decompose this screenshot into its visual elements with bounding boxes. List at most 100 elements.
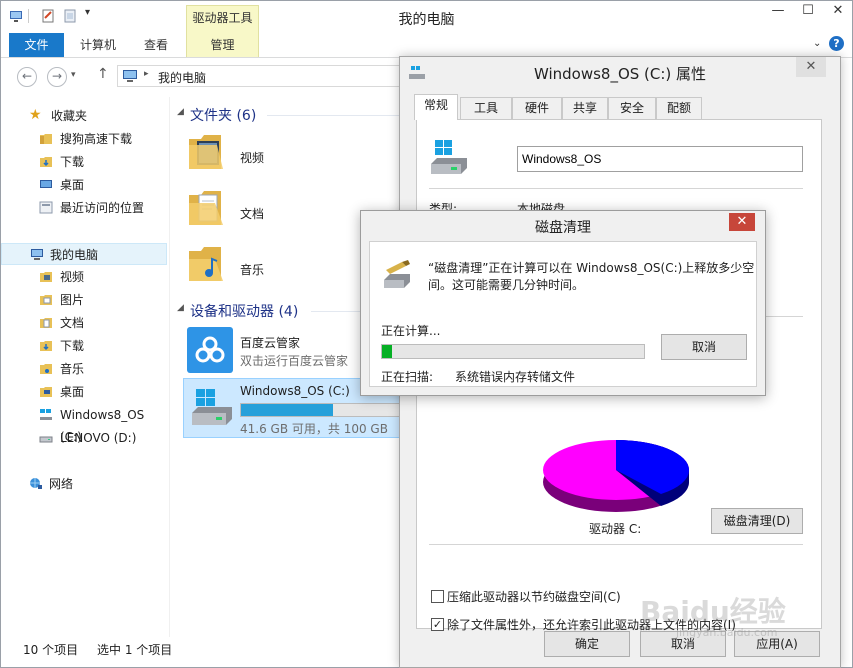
- tab-quota[interactable]: 配额: [656, 97, 702, 119]
- tab-view[interactable]: 查看: [133, 33, 179, 57]
- watermark-url: jingyan.baidu.com: [676, 626, 778, 639]
- devices-section-header[interactable]: 设备和驱动器 (4): [190, 301, 298, 321]
- windows-drive-icon: [431, 140, 467, 174]
- drive-c-space: 41.6 GB 可用，共 100 GB: [240, 422, 388, 436]
- cleanup-body: “磁盘清理”正在计算可以在 Windows8_OS(C:)上释放多少空 间。这可…: [369, 241, 757, 387]
- windows-drive-icon: [40, 409, 52, 420]
- music-folder-icon[interactable]: [187, 243, 225, 283]
- folder-label-music[interactable]: 音乐: [240, 261, 264, 278]
- cleanup-progress-bar: [381, 344, 645, 359]
- nav-label: 图片: [60, 293, 85, 307]
- desktop-folder-icon: [40, 387, 52, 397]
- drive-icon: [39, 436, 53, 443]
- nav-item-sogou-downloads[interactable]: 搜狗高速下载: [1, 128, 167, 150]
- breadcrumb-my-computer[interactable]: 我的电脑: [158, 69, 206, 86]
- nav-item-drive-d[interactable]: LENOVO (D:): [1, 427, 167, 449]
- nav-network[interactable]: 网络: [1, 473, 167, 495]
- folder-icon: [40, 134, 52, 144]
- nav-label: 我的电脑: [50, 248, 99, 262]
- nav-label: 下载: [60, 155, 85, 169]
- computer-icon: [123, 70, 137, 82]
- disk-cleanup-icon: [384, 260, 410, 288]
- maximize-button[interactable]: ☐: [793, 1, 823, 21]
- music-folder-icon: [40, 364, 52, 374]
- nav-label: 搜狗高速下载: [60, 132, 133, 146]
- help-icon[interactable]: ?: [829, 36, 844, 51]
- nav-item-documents[interactable]: 文档: [1, 312, 167, 334]
- nav-my-computer[interactable]: 我的电脑: [1, 243, 167, 265]
- address-bar[interactable]: ▸ 我的电脑: [117, 65, 407, 87]
- documents-folder-icon: [40, 318, 52, 328]
- nav-item-downloads-2[interactable]: 下载: [1, 335, 167, 357]
- up-button[interactable]: ↑: [97, 66, 109, 82]
- scanning-label: 正在扫描:: [381, 370, 434, 384]
- close-button[interactable]: ✕: [823, 1, 853, 21]
- disk-usage-pie: [543, 440, 690, 512]
- nav-favorites[interactable]: ★ 收藏夹: [1, 105, 167, 127]
- nav-item-music[interactable]: 音乐: [1, 358, 167, 380]
- index-checkbox[interactable]: ✓: [431, 618, 444, 631]
- nav-item-downloads[interactable]: 下载: [1, 151, 167, 173]
- computer-icon: [31, 249, 43, 260]
- tab-general[interactable]: 常规: [414, 94, 458, 120]
- videos-folder-icon: [40, 272, 52, 282]
- baidu-cloud-icon[interactable]: [187, 327, 233, 373]
- window-title: 我的电脑: [398, 12, 455, 28]
- tab-security[interactable]: 安全: [608, 97, 656, 119]
- videos-folder-icon[interactable]: [187, 131, 225, 171]
- drive-c-name: Windows8_OS (C:): [240, 384, 350, 398]
- forward-button[interactable]: →: [47, 67, 67, 87]
- close-button[interactable]: ✕: [729, 213, 755, 231]
- pane-divider: [169, 97, 170, 637]
- ok-button[interactable]: 确定: [544, 631, 630, 657]
- compress-checkbox[interactable]: [431, 590, 444, 603]
- nav-item-pictures[interactable]: 图片: [1, 289, 167, 311]
- folder-label-videos[interactable]: 视频: [240, 149, 264, 166]
- folder-label-documents[interactable]: 文档: [240, 205, 264, 222]
- cleanup-cancel-button[interactable]: 取消: [661, 334, 747, 360]
- tab-manage[interactable]: 管理: [186, 33, 259, 57]
- nav-label: 音乐: [60, 362, 85, 376]
- nav-label: 下载: [60, 339, 85, 353]
- cleanup-message-line2: 间。这可能需要几分钟时间。: [428, 278, 585, 292]
- star-icon: ★: [29, 107, 42, 123]
- minimize-button[interactable]: —: [763, 1, 793, 21]
- network-icon: [30, 478, 42, 489]
- tab-sharing[interactable]: 共享: [562, 97, 608, 119]
- nav-item-videos[interactable]: 视频: [1, 266, 167, 288]
- cleanup-message-line1: “磁盘清理”正在计算可以在 Windows8_OS(C:)上释放多少空: [428, 261, 755, 275]
- nav-item-desktop-2[interactable]: 桌面: [1, 381, 167, 403]
- drive-name-field[interactable]: [517, 146, 803, 172]
- close-button[interactable]: ✕: [796, 57, 826, 77]
- back-button[interactable]: ←: [17, 67, 37, 87]
- status-item-count: 10 个项目: [23, 643, 79, 657]
- nav-item-drive-c[interactable]: Windows8_OS (C:): [1, 404, 167, 444]
- documents-folder-icon[interactable]: [187, 187, 225, 227]
- tab-file[interactable]: 文件: [9, 33, 64, 57]
- tab-tools[interactable]: 工具: [460, 97, 512, 119]
- dialog-title: 磁盘清理: [535, 220, 591, 236]
- collapse-devices-icon[interactable]: ◢: [177, 303, 184, 313]
- recent-places-icon: [39, 201, 53, 214]
- separator: [429, 544, 803, 545]
- drive-label: 驱动器 C:: [589, 522, 642, 536]
- baidu-cloud-name[interactable]: 百度云管家: [240, 334, 300, 351]
- recent-locations-icon[interactable]: ▾: [71, 70, 76, 80]
- collapse-folders-icon[interactable]: ◢: [177, 107, 184, 117]
- nav-label: 收藏夹: [51, 109, 88, 123]
- section-divider: [267, 115, 399, 116]
- tab-hardware[interactable]: 硬件: [512, 97, 562, 119]
- tab-computer[interactable]: 计算机: [73, 33, 123, 57]
- expand-ribbon-icon[interactable]: ⌄: [813, 38, 821, 49]
- folders-section-header[interactable]: 文件夹 (6): [190, 105, 256, 125]
- nav-item-desktop[interactable]: 桌面: [1, 174, 167, 196]
- nav-item-recent-places[interactable]: 最近访问的位置: [1, 197, 167, 219]
- disk-cleanup-button[interactable]: 磁盘清理(D): [711, 508, 803, 534]
- compress-label[interactable]: 压缩此驱动器以节约磁盘空间(C): [447, 588, 621, 605]
- nav-label: 桌面: [60, 385, 85, 399]
- dialog-title: Windows8_OS (C:) 属性: [533, 65, 707, 83]
- downloads-folder-icon: [40, 341, 52, 351]
- drive-usage-bar: [240, 403, 400, 417]
- nav-label: 最近访问的位置: [60, 201, 145, 215]
- calculating-label: 正在计算...: [381, 324, 441, 338]
